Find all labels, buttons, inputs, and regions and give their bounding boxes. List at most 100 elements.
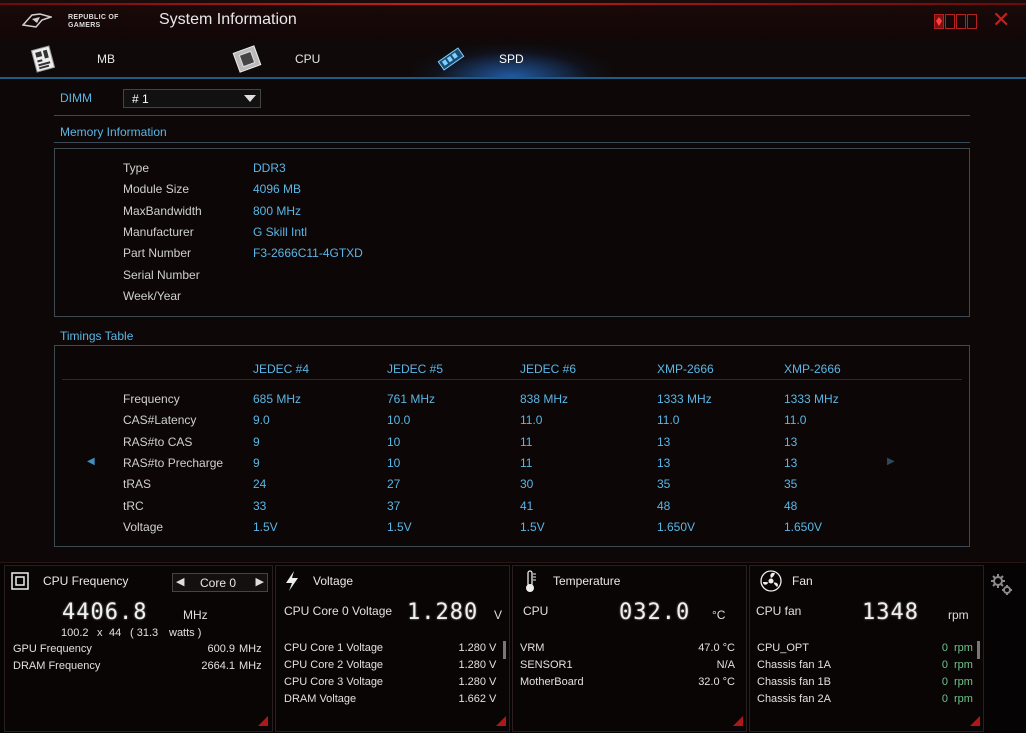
timings-cell: 13 [657, 434, 671, 449]
memory-info-label: MaxBandwidth [123, 203, 202, 218]
temperature-title: Temperature [553, 574, 621, 588]
timings-cell: 11 [520, 455, 533, 470]
chevron-down-icon[interactable] [244, 95, 256, 102]
close-icon[interactable]: ✕ [992, 9, 1010, 31]
voltage-row-value: 1.280 [458, 676, 486, 688]
timings-cell: 35 [784, 477, 798, 492]
layout-toggle-icon-1[interactable] [934, 14, 944, 29]
voltage-scrollbar[interactable] [503, 641, 506, 659]
voltage-row-value: 1.662 [458, 693, 486, 705]
layout-toggle-buttons[interactable] [934, 14, 980, 30]
core-select[interactable]: ◀ Core 0 ▶ [172, 573, 268, 592]
timings-cell: 33 [253, 498, 267, 513]
fan-row-value: 0 [941, 642, 948, 654]
timings-cell: 1.5V [387, 519, 412, 534]
cpu-square-icon [11, 572, 29, 590]
voltage-panel: Voltage CPU Core 0 Voltage 1.280 V CPU C… [275, 565, 510, 732]
tab-cpu-label: CPU [295, 52, 321, 66]
tab-cpu[interactable]: CPU [228, 40, 348, 78]
cpu-temperature-value: 032.0 [619, 600, 691, 625]
expand-corner-icon[interactable] [258, 716, 268, 726]
temperature-row-value: 32.0 °C [698, 676, 735, 688]
dram-frequency-unit: MHz [239, 660, 262, 672]
timings-cell: 48 [784, 498, 798, 513]
timings-cell: 761 MHz [387, 392, 436, 406]
expand-corner-icon[interactable] [733, 716, 743, 726]
cpu-frequency-panel: CPU Frequency ◀ Core 0 ▶ 4406.8 MHz 100.… [4, 565, 273, 732]
dimm-selected-value: # 1 [132, 92, 149, 106]
voltage-row-unit: V [489, 659, 497, 671]
timings-cell: 1.5V [253, 519, 278, 534]
fan-row-label: Chassis fan 1A [757, 659, 831, 671]
timings-column-header: XMP-2666 [657, 362, 714, 376]
timings-title: Timings Table [60, 329, 134, 343]
timings-cell: 1333 MHz [784, 392, 839, 406]
timings-row-label: RAS#to Precharge [123, 455, 224, 470]
expand-corner-icon[interactable] [496, 716, 506, 726]
layout-toggle-icon-4[interactable] [967, 14, 977, 29]
timings-cell: 37 [387, 498, 401, 513]
temperature-row-label: VRM [520, 642, 545, 654]
timings-cell: 838 MHz [520, 392, 569, 406]
cpu-core0-voltage-unit: V [494, 608, 503, 622]
timings-cell: 1333 MHz [657, 392, 712, 406]
brand-line-2: GAMERS [68, 22, 101, 29]
title-accent-line [0, 3, 1026, 5]
timings-cell: 35 [657, 477, 671, 492]
timings-cell: 685 MHz [253, 392, 302, 406]
cpu-chip-icon [232, 45, 262, 73]
timings-cell: 10 [387, 455, 401, 470]
brand-line-1: REPUBLIC OF [68, 14, 119, 21]
dimm-label: DIMM [60, 91, 92, 105]
divider [54, 115, 970, 116]
next-core-icon[interactable]: ▶ [256, 575, 264, 588]
memory-stick-icon [437, 47, 465, 71]
timings-cell: 11 [520, 434, 533, 449]
timings-cell: 24 [253, 477, 267, 492]
prev-core-icon[interactable]: ◀ [176, 575, 184, 588]
timings-cell: 48 [657, 498, 671, 513]
fan-row-value: 0 [941, 659, 948, 671]
memory-info-label: Manufacturer [123, 224, 194, 239]
power-unit: watts ) [169, 627, 202, 639]
scroll-right-icon[interactable]: ▶ [887, 456, 895, 467]
temperature-row-value: 47.0 °C [698, 642, 735, 654]
temperature-row-label: MotherBoard [520, 676, 584, 688]
cpu-core0-voltage-value: 1.280 [407, 600, 479, 625]
fan-row-label: Chassis fan 1B [757, 676, 831, 688]
layout-toggle-icon-3[interactable] [956, 14, 966, 29]
timings-cell: 11.0 [657, 413, 680, 428]
tab-spd[interactable]: SPD [412, 40, 612, 78]
voltage-row-value: 1.280 [458, 642, 486, 654]
fan-title: Fan [792, 574, 813, 588]
timings-cell: 1.650V [657, 519, 696, 534]
memory-info-value: F3-2666C11-4GTXD [253, 246, 363, 261]
dimm-select[interactable]: # 1 [123, 89, 261, 108]
motherboard-icon [30, 45, 56, 73]
fan-row-unit: rpm [954, 659, 973, 671]
scroll-left-icon[interactable]: ◀ [87, 456, 95, 467]
timings-row-label: tRC [123, 498, 144, 513]
memory-info-label: Type [123, 161, 150, 175]
memory-info-label: Part Number [123, 246, 192, 261]
gpu-frequency-unit: MHz [239, 643, 262, 655]
layout-toggle-icon-2[interactable] [945, 14, 955, 29]
gpu-frequency-label: GPU Frequency [13, 643, 92, 655]
fan-row-label: Chassis fan 2A [757, 693, 831, 705]
temperature-panel: Temperature CPU 032.0 °C VRM 47.0 °C SENSO… [512, 565, 747, 732]
voltage-row-label: DRAM Voltage [284, 693, 357, 705]
divider [54, 142, 970, 143]
gear-icon[interactable] [989, 572, 1015, 598]
memory-info-value: 4096 MB [253, 182, 302, 197]
memory-info-value: DDR3 [253, 161, 286, 175]
voltage-row-unit: V [489, 676, 497, 688]
rog-eye-icon [22, 13, 52, 28]
expand-corner-icon[interactable] [970, 716, 980, 726]
tab-mb[interactable]: MB [28, 40, 148, 78]
fan-row-value: 0 [941, 676, 948, 688]
voltage-row-label: CPU Core 3 Voltage [284, 676, 384, 688]
bclk-value: 100.2 [61, 627, 89, 639]
window-title: System Information [159, 11, 297, 28]
cpu-fan-label: CPU fan [756, 604, 802, 618]
fan-scrollbar[interactable] [977, 641, 980, 659]
